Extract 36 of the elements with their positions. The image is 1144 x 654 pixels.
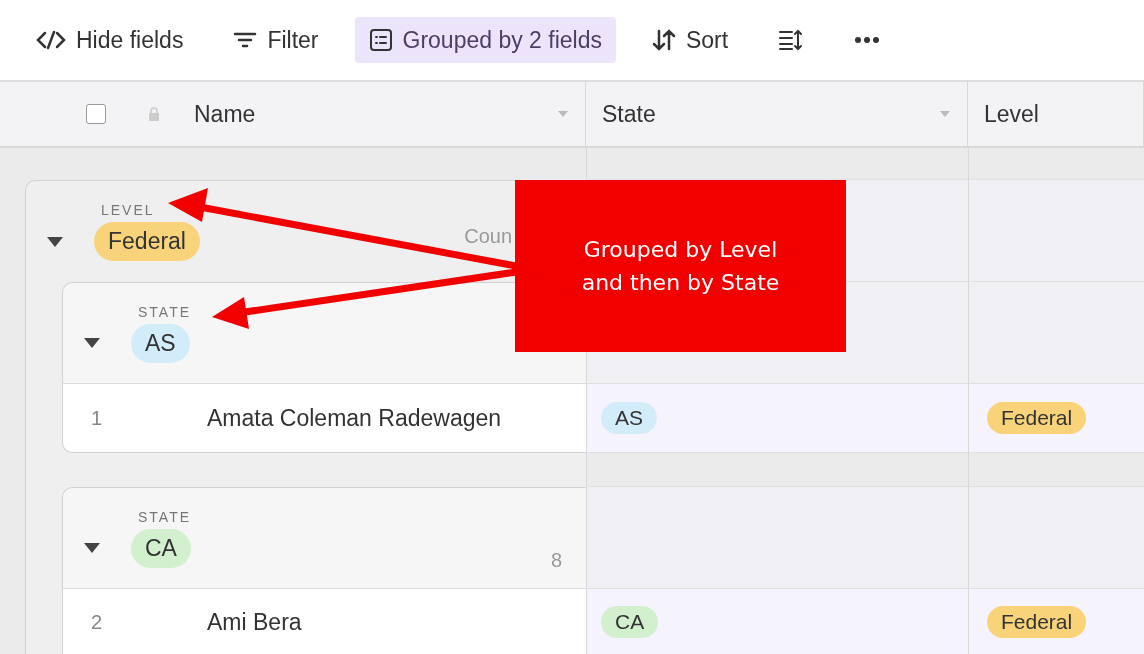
group-field-label: LEVEL: [101, 202, 156, 218]
toolbar-button[interactable]: Filter: [219, 17, 333, 63]
filter-icon: [233, 30, 258, 50]
sort-icon: [651, 29, 676, 51]
more-icon[interactable]: [854, 36, 881, 44]
state-tag: AS: [131, 323, 190, 363]
row-height-icon[interactable]: [778, 29, 805, 51]
name-cell: Amata Coleman Radewagen: [207, 404, 502, 432]
toolbar-button[interactable]: Grouped by 2 fields: [354, 17, 616, 63]
row-number: 2: [90, 610, 104, 634]
collapse-triangle-icon[interactable]: [46, 234, 64, 249]
state-tag: CA: [601, 605, 659, 638]
level-tag: Federal: [987, 605, 1087, 638]
toolbar-button[interactable]: Hide fields: [22, 17, 198, 63]
list-box-icon: [368, 28, 393, 52]
select-all-checkbox[interactable]: [86, 104, 106, 124]
code-slash-icon: [36, 30, 66, 50]
state-tag: CA: [131, 528, 191, 568]
lock-icon: [148, 107, 160, 121]
collapse-triangle-icon[interactable]: [83, 541, 101, 555]
column-header[interactable]: Name: [0, 82, 586, 146]
level-tag: Federal: [94, 222, 200, 261]
column-header[interactable]: State: [586, 82, 968, 146]
level-tag: Federal: [987, 402, 1087, 434]
toolbar-button[interactable]: Sort: [637, 17, 743, 63]
name-cell: Ami Bera: [207, 608, 302, 636]
group-header[interactable]: STATE CA 8: [62, 487, 586, 589]
collapse-triangle-icon[interactable]: [83, 336, 101, 350]
count-label: Coun: [464, 225, 512, 248]
row-number: 1: [90, 406, 104, 430]
group-field-label: STATE: [138, 303, 193, 320]
state-tag: AS: [601, 402, 657, 434]
annotation-tooltip: Grouped by Level and then by State: [515, 180, 846, 352]
column-header[interactable]: Level: [968, 82, 1144, 146]
group-field-label: STATE: [138, 508, 193, 525]
record-count: 8: [550, 548, 562, 572]
